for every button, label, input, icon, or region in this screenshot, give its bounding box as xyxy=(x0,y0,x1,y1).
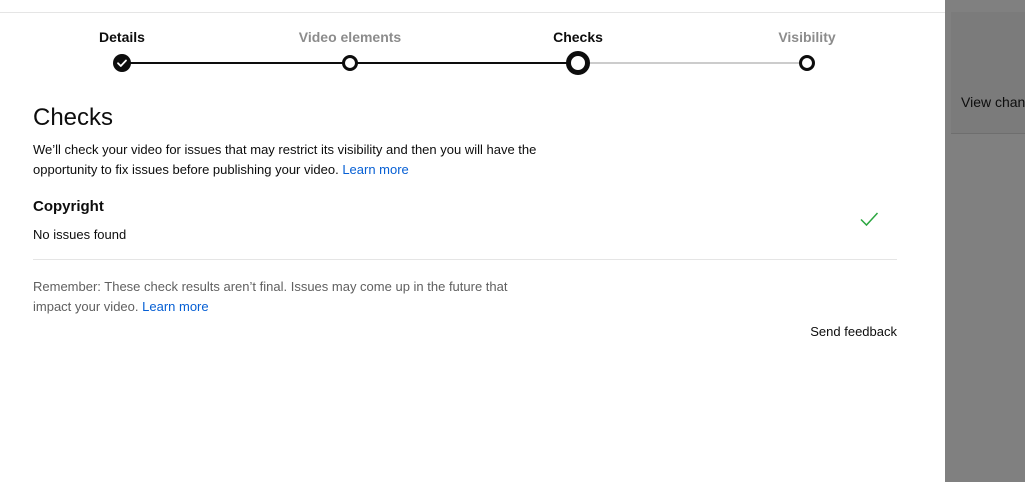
background-card xyxy=(951,12,1025,134)
upload-stepper: Details Video elements Checks Visibility xyxy=(0,12,945,82)
copyright-status: No issues found xyxy=(33,227,127,242)
step-pending-dot-icon xyxy=(799,55,815,71)
checkmark-icon xyxy=(858,208,880,230)
checks-intro: We’ll check your video for issues that m… xyxy=(33,140,553,180)
step-details[interactable]: Details xyxy=(42,12,202,72)
step-checks[interactable]: Checks xyxy=(498,12,658,75)
learn-more-link[interactable]: Learn more xyxy=(342,162,408,177)
step-video-elements[interactable]: Video elements xyxy=(270,12,430,71)
step-done-check-icon xyxy=(113,54,131,72)
step-details-label: Details xyxy=(99,29,145,45)
dialog-header-strip xyxy=(0,0,945,12)
stepper-remaining-line xyxy=(578,62,807,64)
copyright-check-row: Copyright No issues found xyxy=(33,196,897,260)
step-visibility-label: Visibility xyxy=(778,29,836,45)
copyright-title: Copyright xyxy=(33,198,104,215)
remember-note: Remember: These check results aren’t fin… xyxy=(33,277,523,317)
step-pending-dot-icon xyxy=(342,55,358,71)
checks-intro-text: We’ll check your video for issues that m… xyxy=(33,142,537,177)
page-title: Checks xyxy=(33,104,114,131)
checks-content: Checks We’ll check your video for issues… xyxy=(33,104,897,339)
view-channel-text: View chan xyxy=(961,94,1025,110)
step-checks-label: Checks xyxy=(553,29,603,45)
step-visibility[interactable]: Visibility xyxy=(727,12,887,71)
step-video-elements-label: Video elements xyxy=(298,29,402,45)
remember-learn-more-link[interactable]: Learn more xyxy=(142,299,208,314)
step-current-dot-icon xyxy=(566,51,590,75)
upload-dialog-screen: View chan Details Video elements Checks … xyxy=(0,0,1025,482)
send-feedback-button[interactable]: Send feedback xyxy=(810,324,897,339)
remember-note-text: Remember: These check results aren’t fin… xyxy=(33,279,508,314)
